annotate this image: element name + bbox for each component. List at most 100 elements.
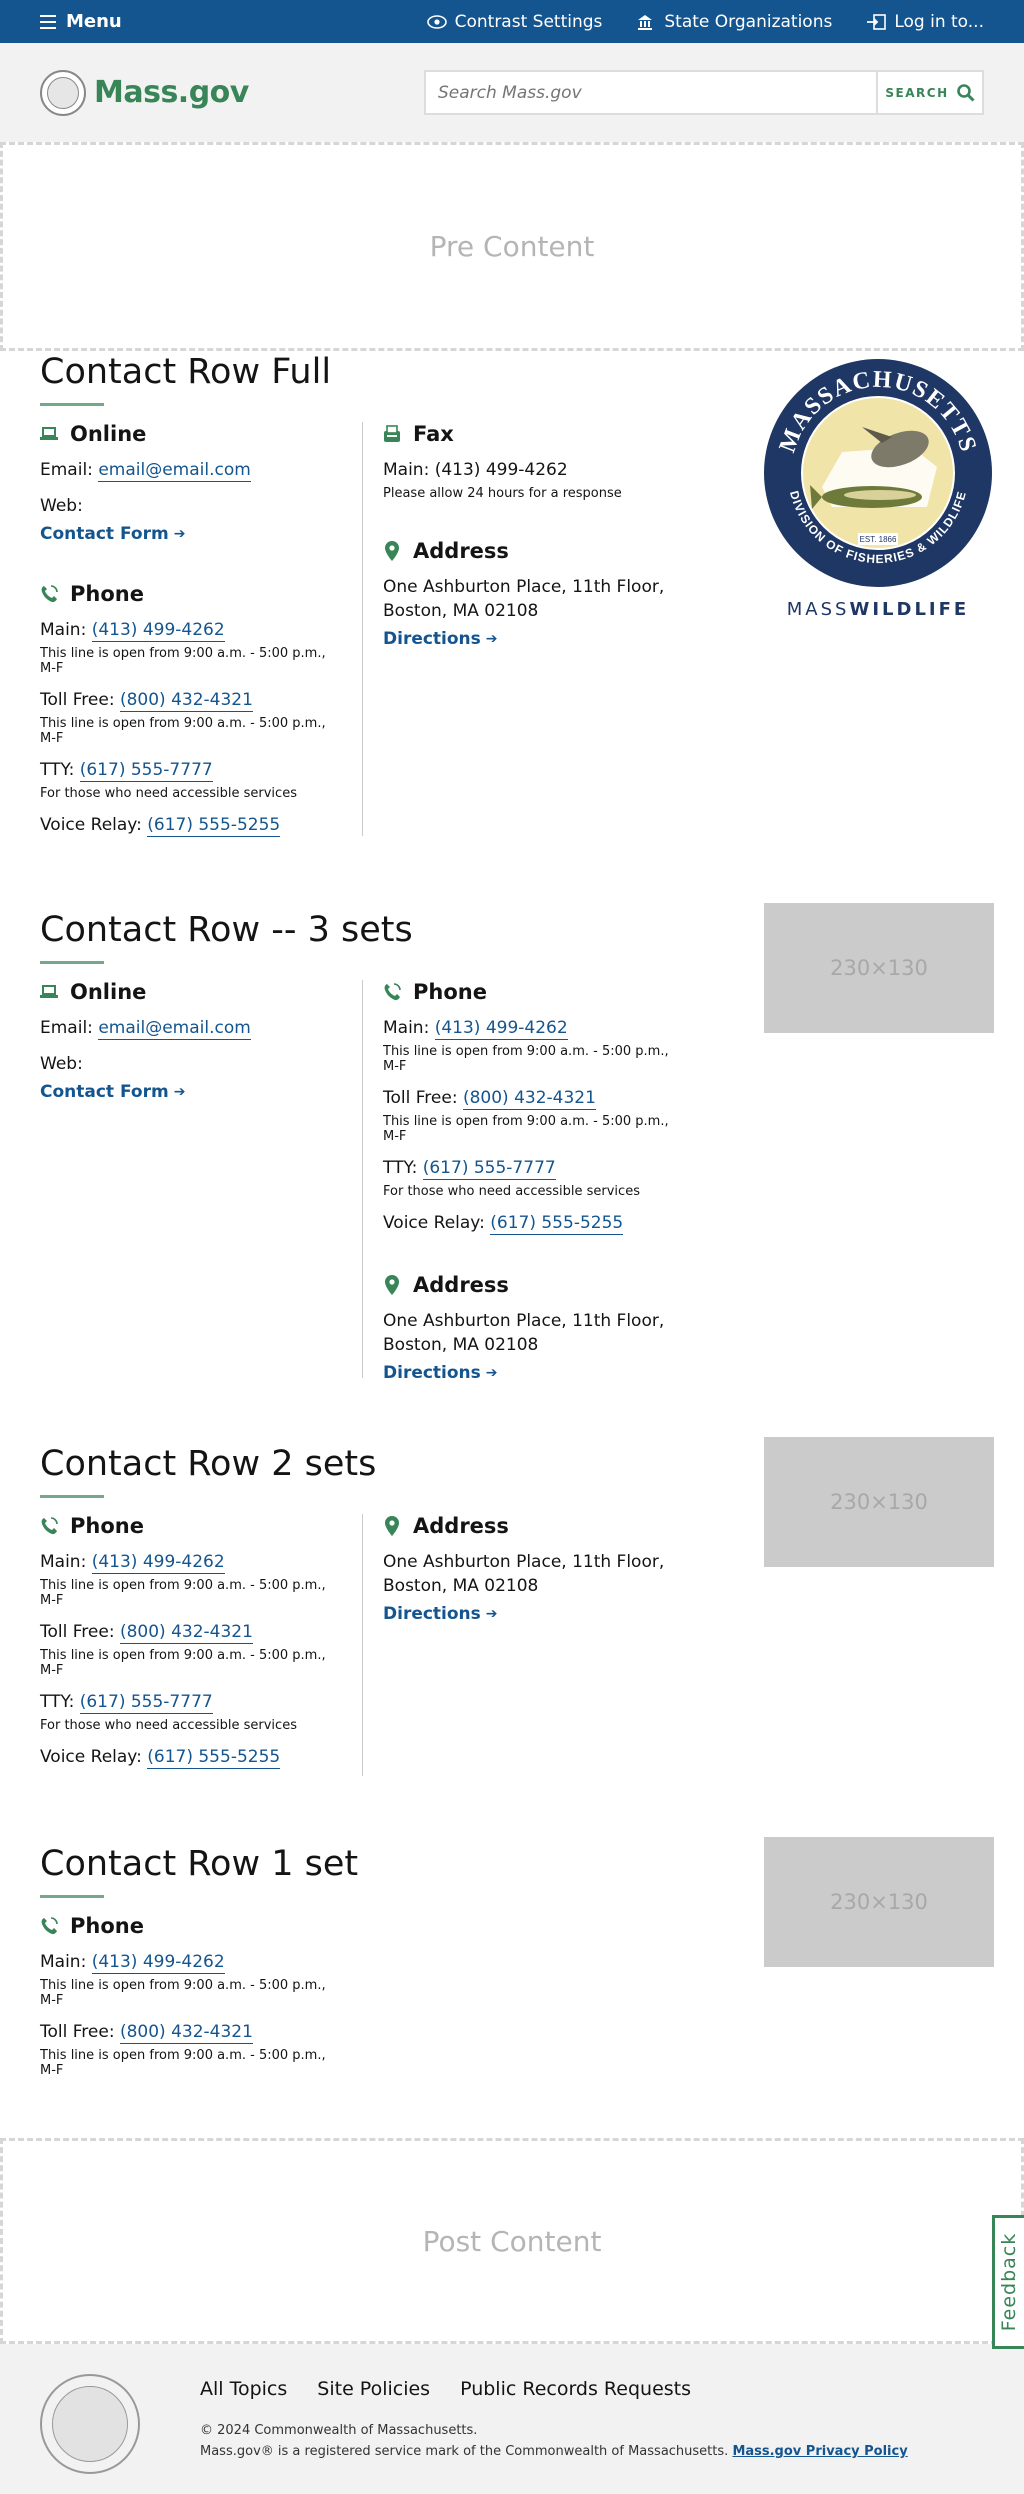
search-button-label: SEARCH [885, 85, 949, 100]
title-underline [40, 403, 104, 406]
relay-phone-link[interactable]: (617) 555-5255 [490, 1213, 624, 1235]
contact-column-left: Phone Main: (413) 499-4262 This line is … [40, 1914, 362, 2098]
tollfree-phone-link[interactable]: (800) 432-4321 [462, 1088, 596, 1110]
tty-phone-link[interactable]: (617) 555-7777 [422, 1158, 556, 1180]
directions-label: Directions [383, 1363, 481, 1383]
map-pin-icon [383, 1275, 401, 1295]
logo-text: Mass.gov [94, 75, 249, 110]
image-placeholder: 230×130 [764, 1437, 994, 1567]
online-heading: Online [70, 980, 147, 1004]
footer-seal-icon[interactable] [40, 2374, 140, 2474]
contact-row-3-sets: Contact Row -- 3 sets Online Email: emai… [0, 903, 1024, 1437]
contrast-settings-label: Contrast Settings [454, 11, 603, 32]
main-phone-link[interactable]: (413) 499-4262 [91, 620, 225, 642]
phone-icon [383, 983, 401, 1001]
masswildlife-caption: MASSWILDLIFE [787, 599, 969, 620]
phone-group: Phone Main: (413) 499-4262 This line is … [40, 1514, 342, 1769]
search-button[interactable]: SEARCH [876, 72, 982, 113]
tty-phone-link[interactable]: (617) 555-7777 [79, 1692, 213, 1714]
site-logo[interactable]: Mass.gov [40, 69, 249, 116]
image-placeholder: 230×130 [764, 1837, 994, 1967]
tollfree-phone-link[interactable]: (800) 432-4321 [119, 2022, 253, 2044]
directions-link[interactable]: Directions ➔ [383, 1604, 498, 1624]
post-content-region: Post Content [0, 2138, 1024, 2344]
footer-legal: © 2024 Commonwealth of Massachusetts. Ma… [200, 2420, 908, 2462]
phone-group: Phone Main: (413) 499-4262 This line is … [40, 582, 342, 837]
main-phone-link[interactable]: (413) 499-4262 [434, 1018, 568, 1040]
search-input[interactable] [426, 72, 876, 113]
tty-note: For those who need accessible services [383, 1184, 640, 1199]
state-seal-icon [40, 69, 86, 116]
privacy-policy-link[interactable]: Mass.gov Privacy Policy [732, 2444, 907, 2459]
login-button[interactable]: Log in to... [866, 12, 984, 32]
directions-link[interactable]: Directions ➔ [383, 1363, 498, 1383]
title-underline [40, 961, 104, 964]
menu-button[interactable]: Menu [40, 11, 122, 32]
masswildlife-seal-icon: MASSACHUSETTS DIVISION OF FISHERIES & WI… [764, 359, 992, 587]
tollfree-label: Toll Free: [40, 690, 115, 710]
phone-heading: Phone [70, 1914, 144, 1938]
tollfree-note: This line is open from 9:00 a.m. - 5:00 … [40, 2048, 326, 2078]
footer-trademark: Mass.gov® is a registered service mark o… [200, 2444, 729, 2459]
address-group: Address One Ashburton Place, 11th Floor,… [383, 539, 684, 649]
hamburger-icon [40, 14, 56, 29]
tty-label: TTY: [383, 1158, 418, 1178]
contact-row-2-sets: Contact Row 2 sets Phone Main: (413) 499… [0, 1437, 1024, 1837]
image-placeholder: 230×130 [764, 903, 994, 1033]
directions-label: Directions [383, 629, 481, 649]
tollfree-phone-link[interactable]: (800) 432-4321 [119, 690, 253, 712]
contact-row-1-set: Contact Row 1 set Phone Main: (413) 499-… [0, 1837, 1024, 2138]
main-phone-link[interactable]: (413) 499-4262 [91, 1952, 225, 1974]
footer-link-public-records[interactable]: Public Records Requests [460, 2378, 691, 2400]
eye-icon [426, 14, 447, 30]
tollfree-note: This line is open from 9:00 a.m. - 5:00 … [40, 1648, 326, 1678]
relay-phone-link[interactable]: (617) 555-5255 [147, 815, 281, 837]
footer-link-all-topics[interactable]: All Topics [200, 2378, 287, 2400]
search-form: SEARCH [424, 70, 984, 115]
main-note: This line is open from 9:00 a.m. - 5:00 … [40, 1578, 326, 1608]
relay-phone-link[interactable]: (617) 555-5255 [147, 1747, 281, 1769]
contact-column-left: Phone Main: (413) 499-4262 This line is … [40, 1514, 362, 1789]
main-phone-link[interactable]: (413) 499-4262 [91, 1552, 225, 1574]
relay-label: Voice Relay: [40, 815, 142, 835]
address-group: Address One Ashburton Place, 11th Floor,… [383, 1514, 684, 1624]
address-line-2: Boston, MA 02108 [383, 601, 539, 621]
tollfree-note: This line is open from 9:00 a.m. - 5:00 … [40, 716, 326, 746]
contact-form-label: Contact Form [40, 524, 169, 544]
contact-form-link[interactable]: Contact Form ➔ [40, 524, 185, 544]
image-placeholder-label: 230×130 [830, 1490, 928, 1514]
phone-group: Phone Main: (413) 499-4262 This line is … [383, 980, 684, 1235]
image-placeholder-label: 230×130 [830, 1890, 928, 1914]
address-line-2: Boston, MA 02108 [383, 1335, 539, 1355]
post-content-label: Post Content [422, 2224, 602, 2258]
contact-column-left: Online Email: email@email.com Web: Conta… [40, 422, 362, 857]
directions-link[interactable]: Directions ➔ [383, 629, 498, 649]
arrow-right-icon: ➔ [485, 1365, 498, 1381]
login-label: Log in to... [894, 11, 984, 32]
web-label: Web: [40, 1054, 83, 1074]
arrow-right-icon: ➔ [485, 631, 498, 647]
tty-label: TTY: [40, 760, 75, 780]
contact-column-right: Phone Main: (413) 499-4262 This line is … [362, 980, 704, 1383]
feedback-tab[interactable]: Feedback [992, 2215, 1024, 2349]
email-link[interactable]: email@email.com [98, 460, 251, 482]
search-icon [956, 83, 975, 102]
main-label: Main: [383, 1018, 430, 1038]
footer-link-site-policies[interactable]: Site Policies [317, 2378, 430, 2400]
tollfree-label: Toll Free: [40, 1622, 115, 1642]
contact-form-link[interactable]: Contact Form ➔ [40, 1082, 185, 1102]
image-placeholder-label: 230×130 [830, 956, 928, 980]
address-heading: Address [413, 539, 509, 563]
contrast-settings-button[interactable]: Contrast Settings [426, 11, 603, 32]
map-pin-icon [383, 1516, 401, 1536]
pre-content-region: Pre Content [0, 142, 1024, 351]
state-organizations-button[interactable]: State Organizations [636, 12, 832, 32]
email-link[interactable]: email@email.com [98, 1018, 251, 1040]
tollfree-phone-link[interactable]: (800) 432-4321 [119, 1622, 253, 1644]
tty-phone-link[interactable]: (617) 555-7777 [79, 760, 213, 782]
main-note: This line is open from 9:00 a.m. - 5:00 … [40, 646, 326, 676]
relay-label: Voice Relay: [383, 1213, 485, 1233]
laptop-icon [40, 425, 58, 443]
relay-label: Voice Relay: [40, 1747, 142, 1767]
tty-label: TTY: [40, 1692, 75, 1712]
